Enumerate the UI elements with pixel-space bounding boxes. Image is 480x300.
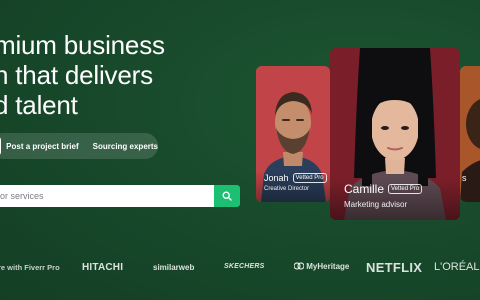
vetted-pro-badge: Vetted Pro (292, 173, 327, 183)
tab-post-project-brief[interactable]: Post a project brief (6, 142, 78, 151)
hero-headline: mium business n that delivers d talent (0, 30, 165, 120)
logo-similarweb: similarweb (153, 263, 195, 272)
trusted-by-label: re with Fiverr Pro (0, 263, 60, 272)
logo-skechers: SKECHERS (224, 263, 265, 270)
freelancer-card-camille[interactable]: Camille Vetted Pro Marketing advisor (330, 48, 460, 220)
card-name: s (462, 173, 467, 183)
card-role: Creative Director (264, 186, 310, 192)
hiring-mode-tabs: Post a project brief Sourcing experts (0, 133, 158, 159)
logo-hitachi: HITACHI (82, 262, 124, 273)
freelancer-card-partial[interactable]: s (460, 66, 480, 202)
tab-active[interactable] (0, 136, 2, 156)
card-role: Marketing advisor (344, 200, 408, 209)
search-icon (222, 191, 232, 201)
tab-sourcing-experts[interactable]: Sourcing experts (93, 142, 158, 151)
headline-line-1: mium business (0, 30, 165, 60)
search-bar (0, 185, 240, 207)
card-name: Camille (344, 182, 385, 196)
logo-loreal: L'ORÉAL (434, 261, 480, 273)
logo-myheritage: MyHeritage (293, 262, 350, 271)
trusted-by-bar: re with Fiverr Pro HITACHI similarweb SK… (0, 251, 480, 285)
logo-netflix: NETFLIX (366, 260, 423, 275)
search-input[interactable] (0, 185, 214, 207)
vetted-pro-badge: Vetted Pro (388, 184, 423, 194)
freelancer-card-jonah[interactable]: Jonah Vetted Pro Creative Director (256, 66, 330, 202)
myheritage-label: MyHeritage (306, 262, 350, 271)
search-button[interactable] (214, 185, 240, 207)
card-name: Jonah (264, 173, 289, 183)
myheritage-icon (293, 262, 305, 270)
headline-line-2: n that delivers (0, 60, 153, 90)
headline-line-3: d talent (0, 90, 78, 120)
